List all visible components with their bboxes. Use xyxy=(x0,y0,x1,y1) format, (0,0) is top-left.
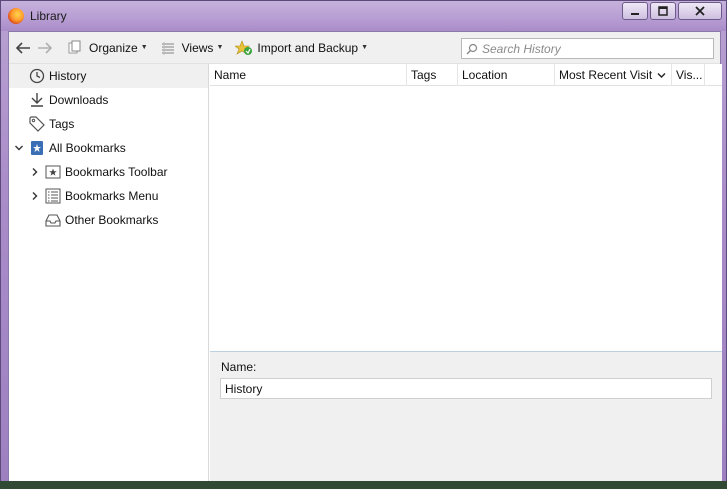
close-icon xyxy=(695,6,705,16)
column-header-tags[interactable]: Tags xyxy=(407,64,458,86)
content-pane: Name Tags Location Most Recent Visit Vis… xyxy=(210,64,722,483)
dropdown-arrow-icon: ▼ xyxy=(361,44,369,51)
column-header-name[interactable]: Name xyxy=(210,64,407,86)
sidebar-item-all-bookmarks[interactable]: All Bookmarks xyxy=(9,136,208,160)
search-history-input[interactable]: Search History xyxy=(461,38,714,59)
back-button[interactable] xyxy=(12,37,34,59)
organize-label: Organize xyxy=(89,40,138,55)
toolbar: Organize ▼ Views ▼ Import and Backup ▼ S… xyxy=(9,32,720,64)
sidebar-item-label: Bookmarks Menu xyxy=(65,189,159,203)
menu-folder-icon xyxy=(44,187,62,205)
name-field-value: History xyxy=(225,381,263,396)
name-label: Name: xyxy=(221,360,257,374)
desktop-background xyxy=(0,481,727,489)
column-header-location[interactable]: Location xyxy=(458,64,555,86)
views-label: Views xyxy=(181,40,214,55)
details-pane: Name: History xyxy=(210,351,722,483)
views-menu-button[interactable]: Views ▼ xyxy=(157,36,227,60)
sidebar-item-label: Tags xyxy=(49,117,75,131)
maximize-icon xyxy=(658,6,668,16)
column-picker[interactable] xyxy=(705,64,722,86)
download-icon xyxy=(28,91,46,109)
bookmarks-icon xyxy=(28,139,46,157)
forward-button[interactable] xyxy=(34,37,56,59)
tag-icon xyxy=(28,115,46,133)
import-backup-label: Import and Backup xyxy=(257,40,359,55)
sidebar-item-history[interactable]: History xyxy=(9,64,208,88)
expand-chevron-icon[interactable] xyxy=(28,167,42,177)
history-list[interactable] xyxy=(210,86,722,351)
sidebar-item-downloads[interactable]: Downloads xyxy=(9,88,208,112)
column-header-most-recent-visit[interactable]: Most Recent Visit xyxy=(555,64,672,86)
collapse-chevron-icon[interactable] xyxy=(12,143,26,153)
search-icon xyxy=(466,43,478,54)
sidebar-item-label: Downloads xyxy=(49,93,109,107)
sidebar-item-other-bookmarks[interactable]: Other Bookmarks xyxy=(9,208,208,232)
search-placeholder: Search History xyxy=(482,41,561,56)
dropdown-arrow-icon: ▼ xyxy=(140,44,148,51)
clock-icon xyxy=(28,67,46,85)
library-window: Library Organize ▼ Views ▼ Import and Ba… xyxy=(0,0,727,489)
sidebar-item-tags[interactable]: Tags xyxy=(9,112,208,136)
import-backup-icon xyxy=(235,39,253,55)
window-title: Library xyxy=(30,9,67,23)
close-button[interactable] xyxy=(678,2,722,20)
sidebar-item-label: Other Bookmarks xyxy=(65,213,159,227)
forward-arrow-icon xyxy=(38,41,53,54)
sort-chevron-icon xyxy=(657,73,666,78)
sidebar-item-label: History xyxy=(49,69,87,83)
window-controls xyxy=(622,2,722,20)
places-sidebar: History Downloads Tags All Bookmarks Boo… xyxy=(9,64,209,483)
views-icon xyxy=(161,41,174,55)
firefox-icon xyxy=(8,8,24,24)
dropdown-arrow-icon: ▼ xyxy=(216,44,224,51)
library-client-area: Organize ▼ Views ▼ Import and Backup ▼ S… xyxy=(8,31,722,483)
organize-menu-button[interactable]: Organize ▼ xyxy=(64,36,151,60)
sidebar-item-label: Bookmarks Toolbar xyxy=(65,165,168,179)
name-field[interactable]: History xyxy=(220,378,712,399)
column-header-visits[interactable]: Vis... xyxy=(672,64,705,86)
minimize-icon xyxy=(631,13,639,15)
column-header-row: Name Tags Location Most Recent Visit Vis… xyxy=(210,64,722,86)
tray-icon xyxy=(44,211,62,229)
star-folder-icon xyxy=(44,163,62,181)
back-arrow-icon xyxy=(15,41,30,54)
import-backup-menu-button[interactable]: Import and Backup ▼ xyxy=(232,36,371,60)
minimize-button[interactable] xyxy=(622,2,648,20)
title-bar[interactable]: Library xyxy=(1,1,726,31)
maximize-button[interactable] xyxy=(650,2,676,20)
sidebar-item-label: All Bookmarks xyxy=(49,141,126,155)
sidebar-item-bookmarks-toolbar[interactable]: Bookmarks Toolbar xyxy=(9,160,208,184)
organize-icon xyxy=(68,40,81,53)
expand-chevron-icon[interactable] xyxy=(28,191,42,201)
sidebar-item-bookmarks-menu[interactable]: Bookmarks Menu xyxy=(9,184,208,208)
